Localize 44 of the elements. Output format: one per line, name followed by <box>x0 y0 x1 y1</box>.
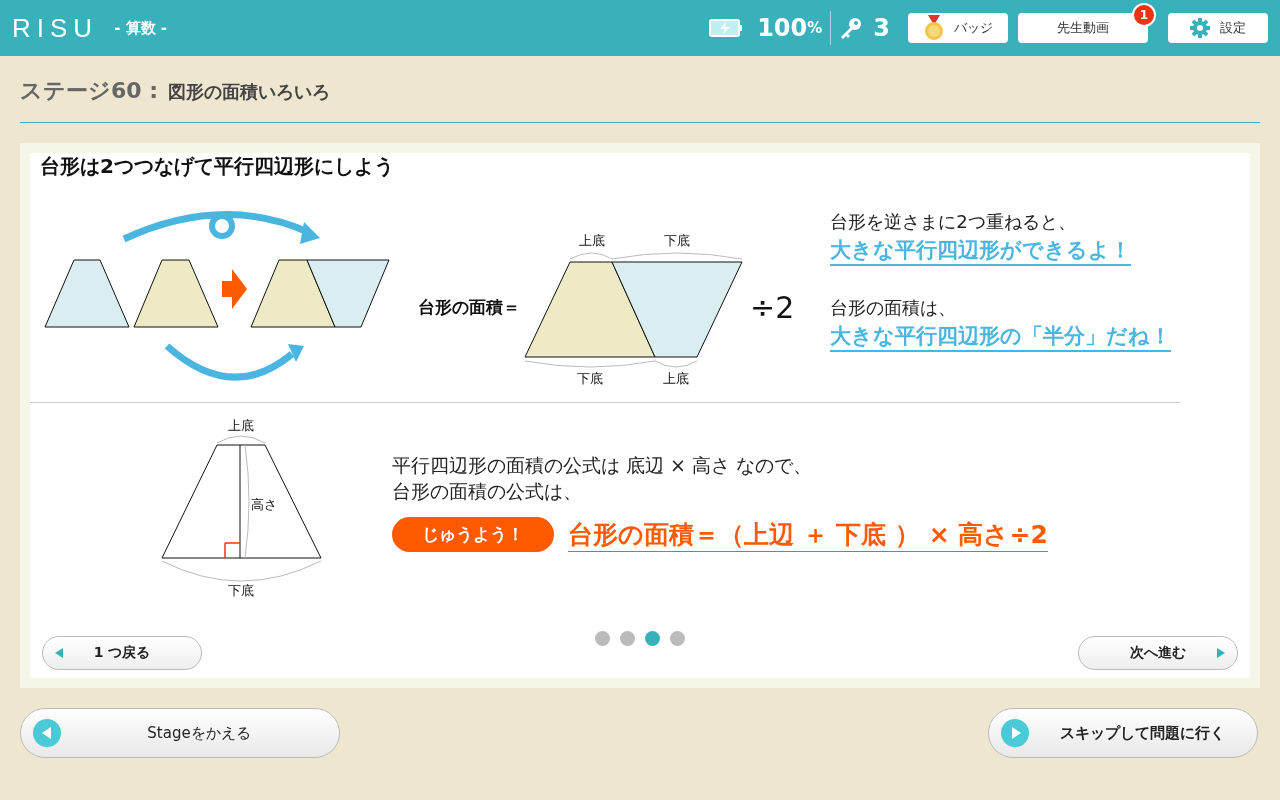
left-arrow-circle-icon <box>33 719 61 747</box>
highlight-text: 大きな平行四辺形ができるよ！ <box>830 236 1132 266</box>
battery-icon <box>709 19 744 37</box>
important-label: じゅうよう！ <box>392 517 554 552</box>
skip-button[interactable]: スキップして問題に行く <box>988 708 1258 758</box>
diagram-label: 上底 <box>579 233 605 248</box>
settings-icon <box>1190 18 1210 38</box>
stage-number: ステージ60 : <box>20 77 159 105</box>
page-dot[interactable] <box>620 630 635 646</box>
formula-label: 台形の面積＝ <box>418 296 520 319</box>
page-dot[interactable] <box>670 630 685 646</box>
next-button[interactable]: 次へ進む <box>1078 636 1238 670</box>
formula-text: 台形の面積＝（上辺 ＋ 下底 ） × 高さ÷2 <box>568 517 1048 552</box>
medal-icon <box>923 15 944 41</box>
page-dot[interactable] <box>645 630 660 646</box>
explanation-text: 平行四辺形の面積の公式は 底辺 × 高さ なので、 <box>392 453 814 478</box>
key-icon <box>839 16 864 40</box>
slide-heading: 台形は2つつなげて平行四辺形にしよう <box>39 153 395 180</box>
settings-button[interactable]: 設定 <box>1168 13 1268 43</box>
battery-percentage: 100 <box>757 14 808 42</box>
diagram-label: 上底 <box>228 418 254 433</box>
explanation-text: 台形の面積は、 <box>830 296 957 320</box>
divide-by-two: ÷2 <box>750 290 795 325</box>
diagram-label: 下底 <box>664 233 690 248</box>
change-stage-button[interactable]: Stageをかえる <box>20 708 340 758</box>
right-arrow-circle-icon <box>1001 719 1029 747</box>
notification-badge: 1 <box>1132 3 1156 27</box>
highlight-text: 大きな平行四辺形の「半分」だね！ <box>830 322 1172 352</box>
percent-sign: % <box>807 19 823 37</box>
badge-button[interactable]: バッジ <box>908 13 1008 43</box>
right-triangle-icon <box>1217 648 1225 658</box>
subject-label: - 算数 - <box>114 18 168 38</box>
left-triangle-icon <box>55 648 63 658</box>
diagram-label: 下底 <box>228 583 254 598</box>
explanation-text: 台形を逆さまに2つ重ねると、 <box>830 210 1076 234</box>
diagram-label: 上底 <box>663 371 689 386</box>
diagram-label: 下底 <box>577 371 603 386</box>
key-count: 3 <box>873 14 890 42</box>
diagram-label: 高さ <box>251 497 277 512</box>
page-dot[interactable] <box>595 630 610 646</box>
explanation-text: 台形の面積の公式は、 <box>392 479 583 504</box>
logo: RISU <box>12 12 99 44</box>
back-button[interactable]: 1 つ戻る <box>42 636 202 670</box>
stage-title: 図形の面積いろいろ <box>168 80 331 104</box>
